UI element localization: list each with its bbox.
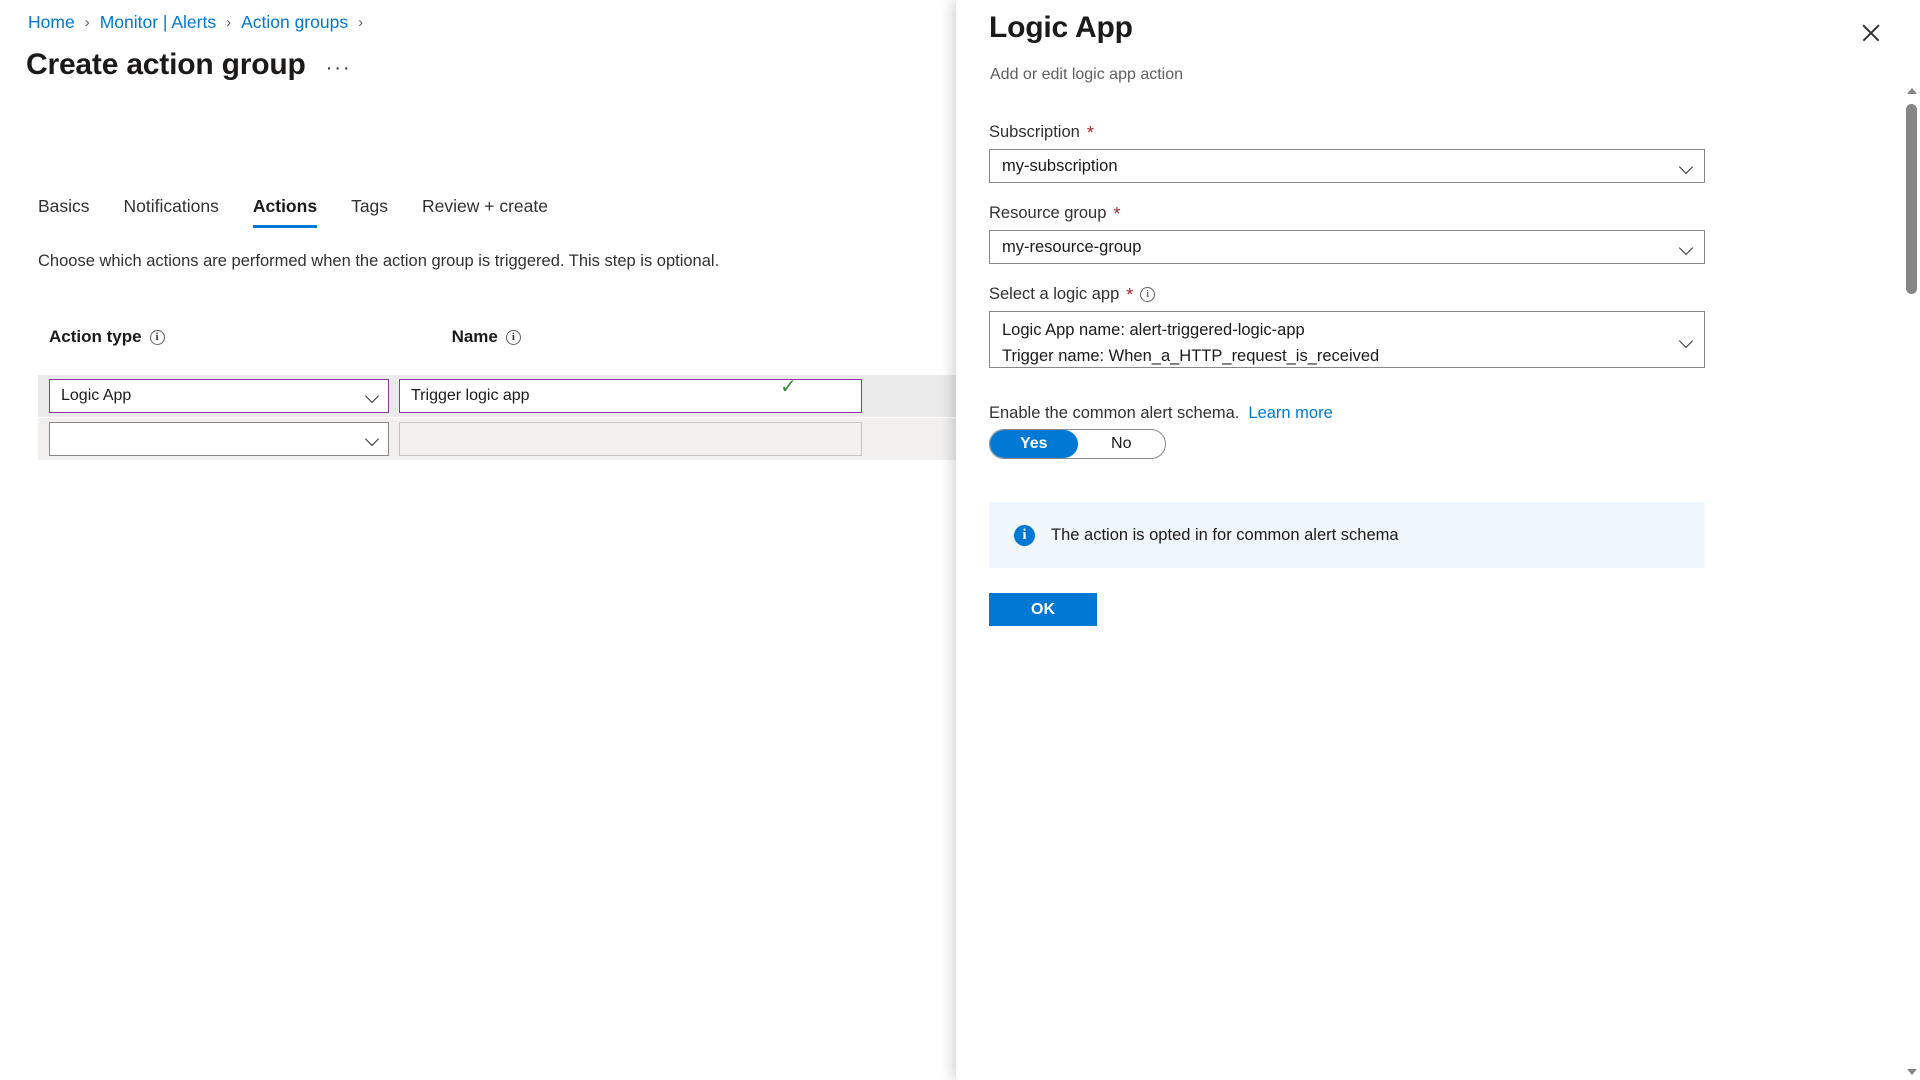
breadcrumb-item-home[interactable]: Home: [28, 12, 75, 33]
info-icon[interactable]: i: [149, 329, 165, 345]
more-options-icon[interactable]: ···: [326, 57, 352, 86]
logic-app-label: Select a logic app * i: [989, 284, 1156, 305]
wizard-tabs: Basics Notifications Actions Tags Review…: [38, 196, 548, 228]
subscription-value: my-subscription: [1002, 157, 1118, 175]
chevron-down-icon: [364, 431, 380, 447]
tab-tags[interactable]: Tags: [351, 196, 388, 228]
chevron-down-icon: [364, 388, 380, 404]
breadcrumb-item-monitor-alerts[interactable]: Monitor | Alerts: [100, 12, 216, 33]
required-asterisk: *: [1113, 203, 1121, 224]
scroll-down-icon[interactable]: [1903, 1063, 1920, 1080]
logic-app-value: Logic App name: alert-triggered-logic-ap…: [1002, 312, 1678, 369]
panel-subtitle: Add or edit logic app action: [990, 66, 1184, 83]
breadcrumb-item-action-groups[interactable]: Action groups: [241, 12, 348, 33]
column-header-action-type: Action type i: [49, 327, 165, 347]
actions-grid-headers: Action type i Name i: [49, 327, 521, 347]
panel-scrollbar[interactable]: [1903, 82, 1920, 1080]
resource-group-dropdown[interactable]: my-resource-group: [989, 230, 1705, 264]
tab-review-create[interactable]: Review + create: [422, 196, 548, 228]
scrollbar-thumb[interactable]: [1906, 104, 1917, 294]
toggle-option-no[interactable]: No: [1078, 430, 1166, 458]
info-icon: i: [1014, 524, 1035, 546]
validation-check-icon: ✓: [780, 376, 797, 398]
learn-more-link[interactable]: Learn more: [1248, 404, 1332, 423]
logic-app-panel: Logic App Add or edit logic app action S…: [956, 0, 1920, 1080]
subscription-label: Subscription *: [989, 123, 1094, 142]
action-type-value-row1: Logic App: [61, 387, 132, 404]
breadcrumb-separator: ›: [358, 14, 364, 31]
info-banner-text: The action is opted in for common alert …: [1051, 525, 1399, 544]
wizard-footer: Review + create Previous Next: Tags >: [0, 970, 956, 1080]
actions-section-description: Choose which actions are performed when …: [38, 252, 720, 270]
create-action-group-page: Home › Monitor | Alerts › Action groups …: [0, 0, 956, 1080]
subscription-dropdown[interactable]: my-subscription: [989, 149, 1705, 183]
breadcrumb: Home › Monitor | Alerts › Action groups …: [28, 12, 363, 33]
resource-group-label: Resource group *: [989, 204, 1120, 223]
scroll-up-icon[interactable]: [1903, 82, 1920, 99]
action-type-dropdown-row2[interactable]: [49, 422, 389, 456]
common-alert-schema-text: Enable the common alert schema.: [989, 404, 1240, 422]
close-icon[interactable]: [1858, 20, 1884, 46]
toggle-option-yes[interactable]: Yes: [990, 430, 1078, 458]
action-type-dropdown-row1[interactable]: Logic App: [49, 379, 389, 413]
page-title: Create action group: [26, 48, 306, 81]
action-name-input-row2: [399, 422, 862, 456]
breadcrumb-separator: ›: [226, 14, 232, 31]
column-header-action-type-label: Action type: [49, 327, 142, 346]
column-header-name: Name i: [452, 327, 521, 347]
logic-app-dropdown[interactable]: Logic App name: alert-triggered-logic-ap…: [989, 311, 1705, 368]
info-icon[interactable]: i: [1140, 287, 1156, 302]
required-asterisk: *: [1126, 284, 1134, 305]
ok-button[interactable]: OK: [989, 593, 1097, 626]
resource-group-value: my-resource-group: [1002, 238, 1142, 256]
breadcrumb-separator: ›: [84, 14, 90, 31]
tab-actions[interactable]: Actions: [252, 196, 318, 228]
logic-app-name-line: Logic App name: alert-triggered-logic-ap…: [1002, 321, 1305, 339]
info-icon[interactable]: i: [505, 329, 521, 345]
app-root: Home › Monitor | Alerts › Action groups …: [0, 0, 1920, 1080]
tab-basics[interactable]: Basics: [38, 196, 90, 228]
column-header-name-label: Name: [451, 327, 498, 346]
logic-app-trigger-line: Trigger name: When_a_HTTP_request_is_rec…: [1002, 346, 1380, 365]
chevron-down-icon: [1678, 240, 1694, 256]
required-asterisk: *: [1086, 122, 1094, 143]
panel-title: Logic App: [989, 11, 1133, 44]
common-alert-schema-label: Enable the common alert schema. Learn mo…: [989, 404, 1333, 423]
common-alert-schema-toggle[interactable]: Yes No: [989, 429, 1166, 459]
subscription-label-text: Subscription: [989, 123, 1080, 141]
tab-notifications[interactable]: Notifications: [124, 196, 219, 228]
info-banner: i The action is opted in for common aler…: [989, 502, 1705, 568]
chevron-down-icon: [1678, 333, 1694, 349]
logic-app-label-text: Select a logic app: [989, 285, 1120, 303]
page-title-row: Create action group ···: [26, 48, 352, 86]
resource-group-label-text: Resource group: [989, 204, 1107, 222]
chevron-down-icon: [1678, 159, 1694, 175]
